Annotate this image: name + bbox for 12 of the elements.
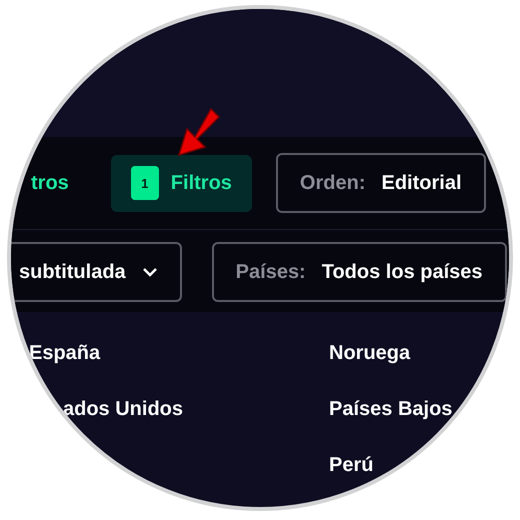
country-option[interactable]: España (29, 342, 329, 364)
country-option[interactable]: ados Unidos (29, 398, 329, 420)
countries-dropdown[interactable]: Países: Todos los países (212, 242, 507, 302)
country-option[interactable]: Noruega (329, 342, 509, 364)
country-option[interactable]: Perú (329, 454, 509, 476)
filters-link[interactable]: tros (31, 172, 69, 194)
sort-dropdown[interactable]: Orden: Editorial (276, 153, 486, 213)
filter-count-badge: 1 (130, 166, 159, 200)
filters-button[interactable]: 1 Filtros (110, 154, 252, 212)
language-dropdown[interactable]: subtitulada (11, 242, 182, 302)
chevron-down-icon (142, 267, 158, 277)
country-option[interactable]: Países Bajos (329, 398, 509, 420)
